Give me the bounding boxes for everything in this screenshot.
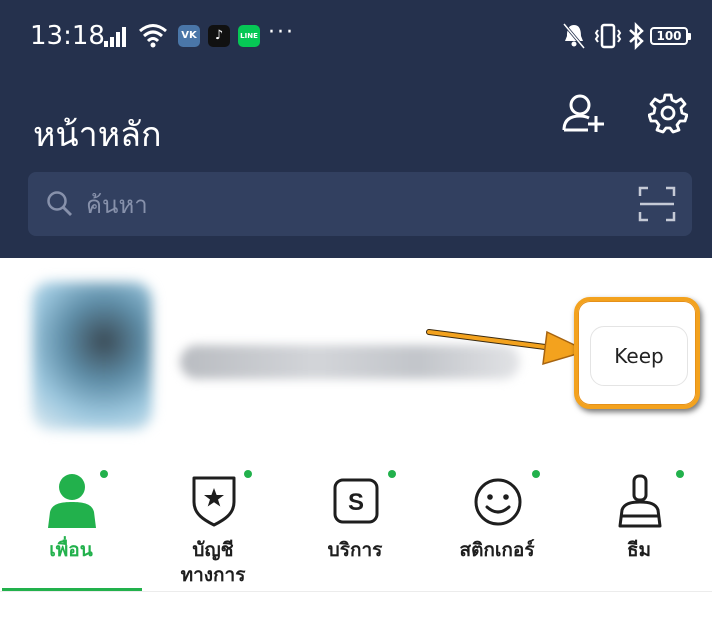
- status-time: 13:18: [30, 21, 105, 51]
- gear-icon[interactable]: [648, 92, 688, 134]
- vk-app-icon: VK: [178, 25, 200, 47]
- official-account-icon: [192, 476, 236, 527]
- search-bar[interactable]: [28, 172, 692, 236]
- search-icon: [47, 191, 72, 216]
- person-icon: [48, 474, 96, 528]
- tab-stickers-dot: [532, 470, 540, 478]
- services-icon: S: [333, 478, 379, 524]
- bell-muted-icon: [562, 23, 586, 49]
- qr-scan-icon[interactable]: [638, 186, 676, 222]
- svg-text:S: S: [348, 489, 364, 516]
- status-bar: 13:18 VK ♪ LINE ··· 100: [0, 0, 712, 72]
- tab-themes[interactable]: ธีม: [568, 466, 710, 592]
- highlight-arrow-icon: [426, 329, 590, 366]
- tabs-divider: [0, 591, 712, 592]
- page-title: หน้าหลัก: [33, 114, 162, 155]
- search-input[interactable]: [84, 184, 608, 226]
- tiktok-app-icon: ♪: [208, 25, 230, 47]
- tab-label-themes: ธีม: [626, 539, 652, 561]
- tab-label-friends: เพื่อน: [49, 539, 93, 561]
- add-friend-icon[interactable]: [560, 92, 606, 134]
- wifi-icon: [139, 24, 167, 48]
- keep-button[interactable]: Keep: [590, 326, 688, 386]
- top-header: 13:18 VK ♪ LINE ··· 100 หน้าหลัก ค้นหา: [0, 0, 712, 258]
- signal-icon: [104, 27, 126, 47]
- tab-stickers[interactable]: สติกเกอร์: [426, 466, 568, 592]
- tab-friends[interactable]: เพื่อน: [0, 466, 142, 592]
- tab-label-stickers: สติกเกอร์: [459, 539, 535, 561]
- sticker-icon: [474, 478, 522, 526]
- tab-official-dot: [244, 470, 252, 478]
- tab-label-official: บัญชี ทางการ: [142, 538, 284, 588]
- tab-themes-dot: [676, 470, 684, 478]
- line-app-icon: LINE: [238, 25, 260, 47]
- tab-friends-dot: [100, 470, 108, 478]
- bluetooth-icon: [629, 22, 644, 50]
- theme-brush-icon: [618, 474, 662, 528]
- tab-official-accounts[interactable]: บัญชี ทางการ: [142, 466, 284, 592]
- battery-indicator: 100: [650, 27, 691, 45]
- tab-services-dot: [388, 470, 396, 478]
- vibrate-icon: [594, 23, 622, 49]
- tab-label-services: บริการ: [327, 539, 383, 561]
- tab-services[interactable]: S บริการ: [284, 466, 426, 592]
- more-notifications-icon: ···: [268, 20, 295, 45]
- tab-label-official-text: บัญชี ทางการ: [180, 539, 246, 586]
- avatar[interactable]: [32, 282, 152, 430]
